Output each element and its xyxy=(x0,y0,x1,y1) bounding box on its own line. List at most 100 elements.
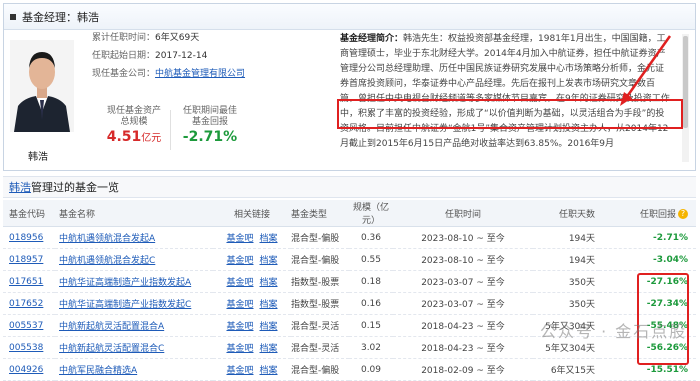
tenure-period-cell: 2023-08-10 ~ 至今 xyxy=(393,226,533,249)
col-size[interactable]: 规模（亿元） xyxy=(349,200,393,227)
fund-forum-link[interactable]: 基金吧 xyxy=(226,234,253,244)
table-row: 017652 中航华证高端制造产业指数发起C 基金吧 档案 指数型-股票 0.16 2023… xyxy=(3,292,696,315)
tenure-days-cell: 350天 xyxy=(533,292,599,315)
aum-value-wrap: 4.51亿元 xyxy=(104,130,164,144)
manager-link[interactable]: 韩浩 xyxy=(9,179,31,195)
tenure-period-cell: 2023-03-07 ~ 至今 xyxy=(393,270,533,293)
company-link[interactable]: 中航基金管理有限公司 xyxy=(155,69,245,79)
tenure-return-cell: -15.51% xyxy=(599,358,696,381)
fund-forum-link[interactable]: 基金吧 xyxy=(226,366,253,376)
related-links-cell: 基金吧 档案 xyxy=(213,248,291,271)
fund-code-cell: 004926 xyxy=(3,358,55,381)
fund-type-cell: 混合型-偏股 xyxy=(291,226,349,249)
bio-scrollbar[interactable] xyxy=(682,34,689,162)
stat-divider xyxy=(170,110,171,150)
col-type[interactable]: 基金类型 xyxy=(291,200,349,227)
header-bullet-icon xyxy=(10,13,16,20)
bio-scroll-thumb[interactable] xyxy=(683,36,688,128)
col-days[interactable]: 任职天数 xyxy=(533,200,599,227)
table-header-row: 基金代码 基金名称 相关链接 基金类型 规模（亿元） 任职时间 任职天数 任职回… xyxy=(3,200,696,227)
col-time[interactable]: 任职时间 xyxy=(393,200,533,227)
fund-size-cell: 3.02 xyxy=(349,336,393,359)
table-row: 004926 中航军民融合精选A 基金吧 档案 混合型-偏股 0.09 2018-02-09… xyxy=(3,358,696,381)
fund-size-cell: 0.15 xyxy=(349,314,393,337)
fund-code-link[interactable]: 005537 xyxy=(9,321,43,331)
fund-code-cell: 017651 xyxy=(3,270,55,293)
fund-code-link[interactable]: 004926 xyxy=(9,365,43,375)
fund-name-link[interactable]: 中航机遇领航混合发起C xyxy=(59,256,155,266)
fund-forum-link[interactable]: 基金吧 xyxy=(226,278,253,288)
fund-name-link[interactable]: 中航华证高端制造产业指数发起A xyxy=(59,278,191,288)
fund-code-link[interactable]: 018956 xyxy=(9,233,43,243)
related-links-cell: 基金吧 档案 xyxy=(213,358,291,381)
manager-name: 韩浩 xyxy=(28,152,48,163)
fund-type-cell: 指数型-股票 xyxy=(291,270,349,293)
best-return-stat: 任职期间最佳基金回报 -2.71% xyxy=(180,106,240,144)
col-code[interactable]: 基金代码 xyxy=(3,200,55,227)
bio-text: 韩浩先生：权益投资部基金经理，1981年1月出生，中国国籍，工商管理硕士，毕业于… xyxy=(340,34,670,149)
fund-name-cell: 中航军民融合精选A xyxy=(55,358,213,381)
related-links-cell: 基金吧 档案 xyxy=(213,270,291,293)
start-date-value: 2017-12-14 xyxy=(155,51,208,61)
tenure-label: 累计任职时间： xyxy=(92,33,156,43)
tenure-period-cell: 2023-03-07 ~ 至今 xyxy=(393,292,533,315)
tenure-days-cell: 350天 xyxy=(533,270,599,293)
fund-code-cell: 005538 xyxy=(3,336,55,359)
start-date-label: 任职起始日期： xyxy=(92,51,156,61)
related-links-cell: 基金吧 档案 xyxy=(213,336,291,359)
tenure-period-cell: 2018-04-23 ~ 至今 xyxy=(393,336,533,359)
tenure-return-cell: -3.04% xyxy=(599,248,696,271)
fund-code-link[interactable]: 018957 xyxy=(9,255,43,265)
fund-name-link[interactable]: 中航新起航灵活配置混合A xyxy=(59,322,164,332)
fund-archive-link[interactable]: 档案 xyxy=(260,278,278,288)
tenure-return-cell: -2.71% xyxy=(599,226,696,249)
related-links-cell: 基金吧 档案 xyxy=(213,292,291,315)
fund-name-cell: 中航新起航灵活配置混合C xyxy=(55,336,213,359)
manager-bio: 基金经理简介：韩浩先生：权益投资部基金经理，1981年1月出生，中国国籍，工商管… xyxy=(340,32,670,160)
fund-forum-link[interactable]: 基金吧 xyxy=(226,300,253,310)
company-line: 现任基金公司：中航基金管理有限公司 xyxy=(92,66,245,79)
fund-archive-link[interactable]: 档案 xyxy=(260,256,278,266)
fund-forum-link[interactable]: 基金吧 xyxy=(226,256,253,266)
tenure-period-cell: 2023-08-10 ~ 至今 xyxy=(393,248,533,271)
fund-code-link[interactable]: 017652 xyxy=(9,299,43,309)
tenure-days-cell: 5年又304天 xyxy=(533,336,599,359)
fund-size-cell: 0.09 xyxy=(349,358,393,381)
fund-code-cell: 018957 xyxy=(3,248,55,271)
best-return-label: 任职期间最佳基金回报 xyxy=(182,106,237,127)
fund-name-link[interactable]: 中航机遇领航混合发起A xyxy=(59,234,155,244)
tenure-days-cell: 6年又15天 xyxy=(533,358,599,381)
col-return[interactable]: 任职回报? xyxy=(599,200,696,227)
fund-forum-link[interactable]: 基金吧 xyxy=(226,322,253,332)
tenure-days-cell: 5年又304天 xyxy=(533,314,599,337)
fund-name-link[interactable]: 中航军民融合精选A xyxy=(59,366,137,376)
help-icon[interactable]: ? xyxy=(678,209,688,219)
fund-archive-link[interactable]: 档案 xyxy=(260,344,278,354)
bio-label: 基金经理简介： xyxy=(340,34,404,44)
card-header: 基金经理：韩浩 xyxy=(4,4,695,30)
aum-unit: 亿元 xyxy=(141,133,162,144)
fund-code-link[interactable]: 017651 xyxy=(9,277,43,287)
tenure-return-cell: -56.26% xyxy=(599,336,696,359)
fund-list-header: 韩浩 管理过的基金一览 xyxy=(3,176,696,198)
fund-code-link[interactable]: 005538 xyxy=(9,343,43,353)
aum-stat: 现任基金资产总规模 4.51亿元 xyxy=(104,106,164,144)
tenure-days-cell: 194天 xyxy=(533,226,599,249)
col-return-label: 任职回报 xyxy=(639,209,676,220)
fund-archive-link[interactable]: 档案 xyxy=(260,234,278,244)
fund-name-link[interactable]: 中航新起航灵活配置混合C xyxy=(59,344,164,354)
fund-code-cell: 018956 xyxy=(3,226,55,249)
related-links-cell: 基金吧 档案 xyxy=(213,314,291,337)
fund-name-link[interactable]: 中航华证高端制造产业指数发起C xyxy=(59,300,191,310)
col-links: 相关链接 xyxy=(213,200,291,227)
fund-forum-link[interactable]: 基金吧 xyxy=(226,344,253,354)
col-name[interactable]: 基金名称 xyxy=(55,200,213,227)
fund-code-cell: 017652 xyxy=(3,292,55,315)
fund-type-cell: 指数型-股票 xyxy=(291,292,349,315)
fund-name-cell: 中航华证高端制造产业指数发起C xyxy=(55,292,213,315)
fund-code-cell: 005537 xyxy=(3,314,55,337)
fund-archive-link[interactable]: 档案 xyxy=(260,322,278,332)
fund-archive-link[interactable]: 档案 xyxy=(260,300,278,310)
table-row: 005538 中航新起航灵活配置混合C 基金吧 档案 混合型-灵活 3.02 2018-04… xyxy=(3,336,696,359)
fund-archive-link[interactable]: 档案 xyxy=(260,366,278,376)
